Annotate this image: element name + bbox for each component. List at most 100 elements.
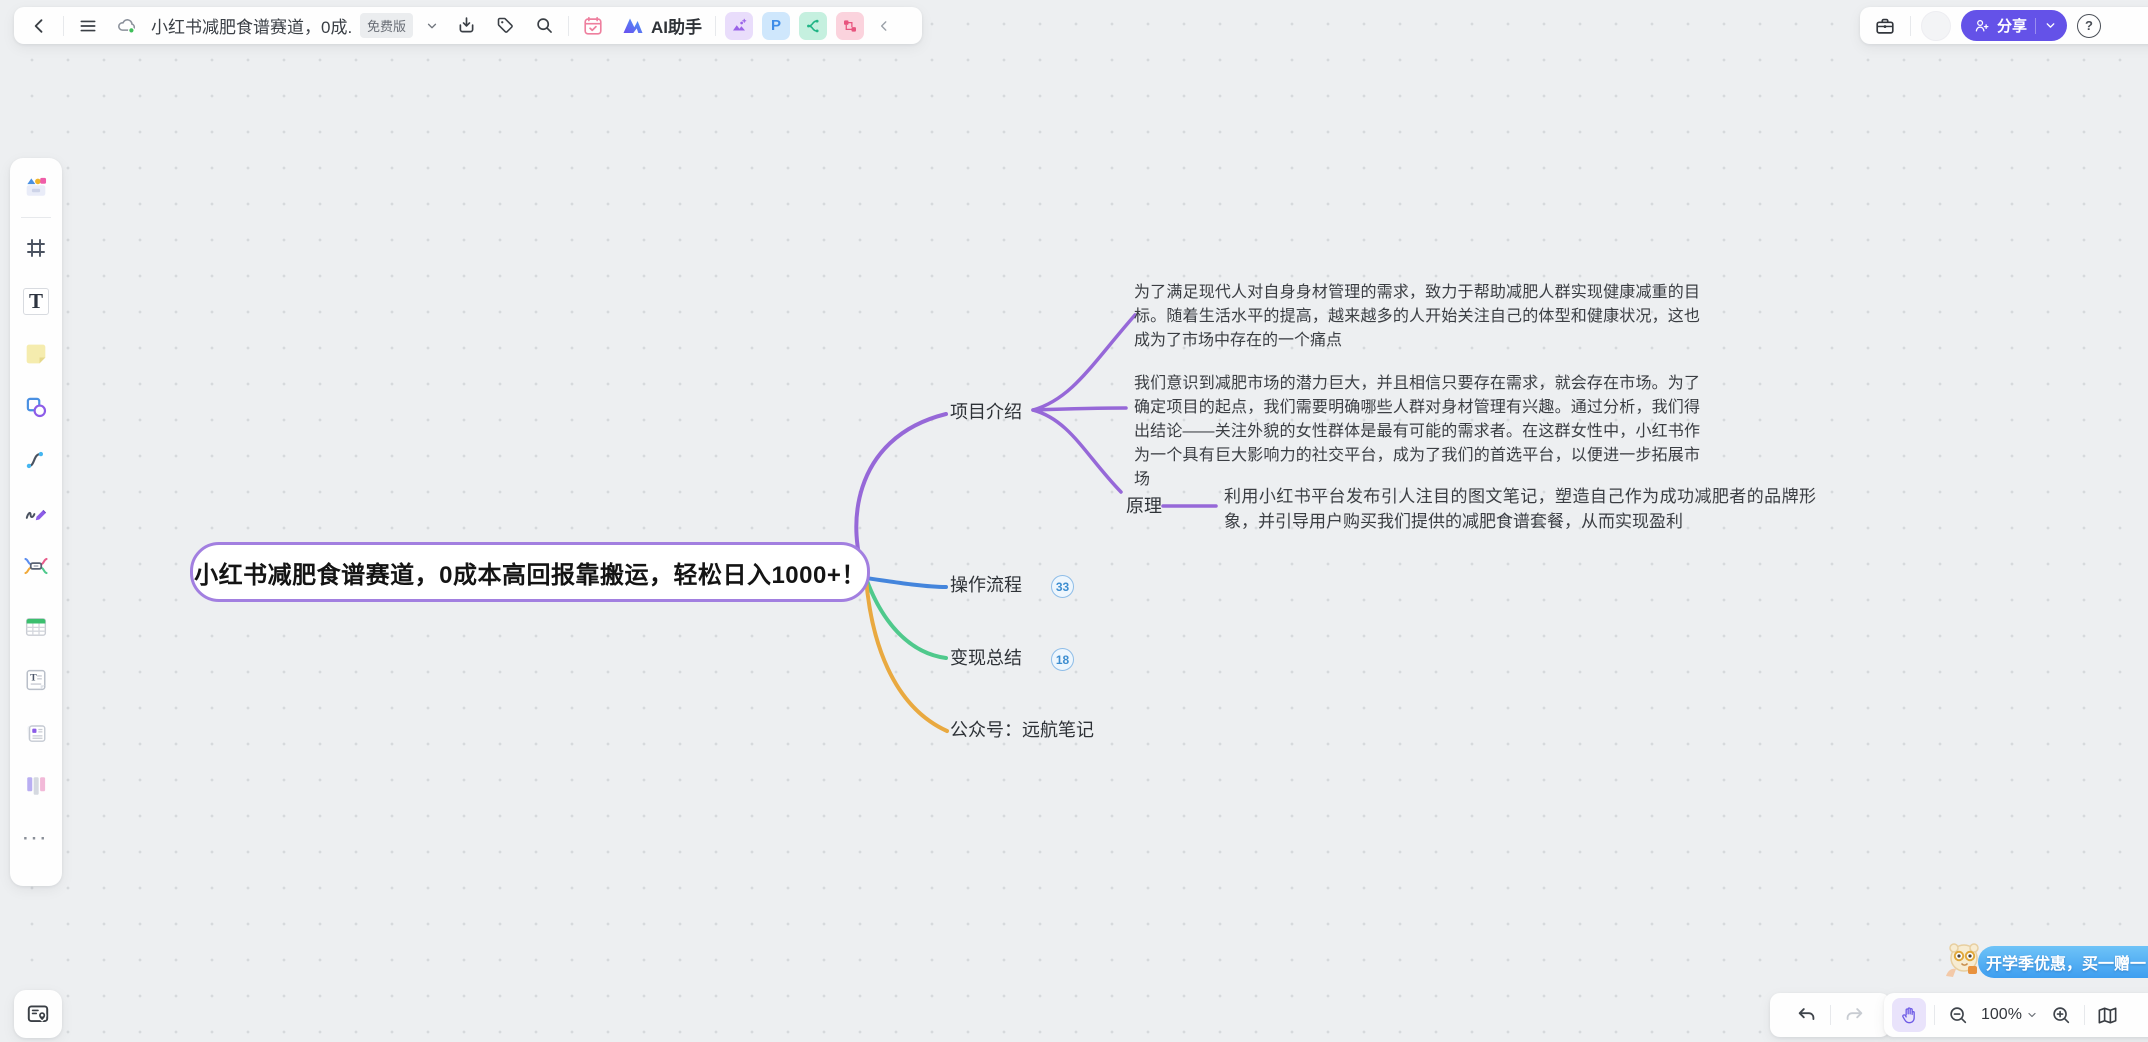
templates-tool[interactable] xyxy=(19,170,53,204)
branch-curve-intro-paragraph-2 xyxy=(1033,408,1126,410)
toolbox-button[interactable] xyxy=(1870,11,1900,41)
branch-curve-principle xyxy=(1033,410,1121,492)
plan-badge[interactable]: 免费版 xyxy=(360,13,413,38)
back-chevron-icon xyxy=(29,16,49,36)
user-avatar[interactable] xyxy=(1921,11,1951,41)
share-chevron-down-icon xyxy=(2044,19,2057,32)
promo-text: 开学季优惠，买一赠一 xyxy=(1986,950,2146,974)
image-icon xyxy=(730,17,748,35)
promo-mascot-icon xyxy=(1940,936,1988,982)
share-button[interactable]: 分享 xyxy=(1961,10,2067,41)
text-tool[interactable]: T xyxy=(19,284,53,318)
mindmap-node-monetization[interactable]: 变现总结 xyxy=(950,647,1022,669)
mindmap-text-intro-paragraph-1[interactable]: 为了满足现代人对自身身材管理的需求，致力于帮助减肥人群实现健康减重的目标。随着生… xyxy=(1134,281,1700,353)
promo-banner[interactable]: 开学季优惠，买一赠一 xyxy=(1978,946,2148,978)
zoom-in-icon xyxy=(2050,1004,2072,1026)
ai-logo-icon xyxy=(621,14,645,38)
more-tools-button[interactable]: ··· xyxy=(19,822,53,856)
chevron-down-icon xyxy=(425,19,439,33)
hand-icon xyxy=(1899,1005,1919,1025)
search-icon xyxy=(534,15,555,36)
toolbar-divider xyxy=(715,16,716,36)
table-tool[interactable] xyxy=(19,610,53,644)
mindmap-node-operation-flow[interactable]: 操作流程 xyxy=(950,574,1022,596)
calendar-icon xyxy=(582,15,604,37)
card-icon xyxy=(22,719,50,747)
zoom-level-value: 100% xyxy=(1981,1006,2022,1024)
board-pin-icon xyxy=(25,1001,51,1027)
flowchart-plugin-button[interactable] xyxy=(836,12,864,40)
share-person-icon xyxy=(1973,17,1991,35)
minimap-icon xyxy=(2096,1004,2119,1027)
cloud-saved-icon xyxy=(116,15,138,37)
mindmap-text-principle[interactable]: 利用小红书平台发布引人注目的图文笔记，塑造自己作为成功减肥者的品牌形象，并引导用… xyxy=(1224,484,1816,534)
document-title[interactable]: 小红书减肥食谱赛道，0成... xyxy=(151,13,351,38)
templates-icon xyxy=(22,173,50,201)
main-menu-button[interactable] xyxy=(73,11,103,41)
mindmap-root-node[interactable]: 小红书减肥食谱赛道，0成本高回报靠搬运，轻松日入1000+！ xyxy=(190,542,870,602)
tools-sidebar: T xyxy=(10,158,62,886)
zoom-in-button[interactable] xyxy=(2046,1000,2076,1030)
chevron-left-icon xyxy=(877,19,891,33)
mindmap-plugin-button[interactable] xyxy=(799,12,827,40)
whiteboard-canvas[interactable]: 小红书减肥食谱赛道，0成本高回报靠搬运，轻松日入1000+！ 项目介绍 操作流程… xyxy=(0,0,2148,1042)
toolbar-divider xyxy=(1934,1005,1935,1025)
mindmap-node-principle[interactable]: 原理 xyxy=(1126,495,1162,517)
top-right-toolbar: 分享 ? xyxy=(1860,7,2148,44)
collapse-toolbar-button[interactable] xyxy=(873,11,895,41)
undo-icon xyxy=(1796,1004,1818,1026)
briefcase-icon xyxy=(1874,15,1896,37)
branch-curve-intro-paragraph-1 xyxy=(1033,315,1135,410)
minimap-button[interactable] xyxy=(2093,1000,2123,1030)
toolbar-divider xyxy=(1910,16,1911,36)
connector-tool[interactable] xyxy=(19,443,53,477)
mindmap-node-public-account[interactable]: 公众号：远航笔记 xyxy=(950,719,1094,741)
search-button[interactable] xyxy=(529,11,559,41)
mindmap-tool[interactable] xyxy=(19,549,53,583)
kanban-icon xyxy=(22,772,50,800)
presentation-plugin-button[interactable]: P xyxy=(762,12,790,40)
mindmap-text-intro-paragraph-2[interactable]: 我们意识到减肥市场的潜力巨大，并且相信只要存在需求，就会存在市场。为了确定项目的… xyxy=(1134,372,1700,492)
hand-tool-button[interactable] xyxy=(1892,998,1926,1032)
sticky-note-tool[interactable] xyxy=(19,337,53,371)
document-icon: T xyxy=(22,666,50,694)
tag-button[interactable] xyxy=(490,11,520,41)
mindmap-node-project-intro[interactable]: 项目介绍 xyxy=(950,401,1022,423)
svg-text:T: T xyxy=(30,673,37,684)
sidebar-divider xyxy=(21,217,51,218)
shapes-tool[interactable] xyxy=(19,390,53,424)
back-button[interactable] xyxy=(24,11,54,41)
redo-button[interactable] xyxy=(1839,1000,1869,1030)
document-tool[interactable]: T xyxy=(19,663,53,697)
zoom-level-dropdown[interactable]: 100% xyxy=(1981,1006,2038,1024)
toolbar-divider xyxy=(1830,1005,1831,1025)
branch-curve-monetization xyxy=(866,578,946,658)
ai-assistant-button[interactable]: AI助手 xyxy=(617,11,706,41)
image-plugin-button[interactable] xyxy=(725,12,753,40)
presentation-plugin-icon: P xyxy=(771,17,781,34)
title-menu-button[interactable] xyxy=(422,11,442,41)
branch-curve-operation-flow xyxy=(866,578,946,587)
collapsed-count-badge-monetization[interactable]: 18 xyxy=(1051,648,1074,671)
collapsed-count-badge-operation-flow[interactable]: 33 xyxy=(1051,575,1074,598)
branch-curve-project-intro xyxy=(856,414,946,578)
undo-button[interactable] xyxy=(1792,1000,1822,1030)
calendar-button[interactable] xyxy=(578,11,608,41)
export-button[interactable] xyxy=(451,11,481,41)
download-icon xyxy=(456,15,477,36)
more-dots-icon: ··· xyxy=(23,829,49,849)
shapes-icon xyxy=(23,394,49,420)
cloud-sync-status xyxy=(112,11,142,41)
help-button[interactable]: ? xyxy=(2077,14,2101,38)
card-tool[interactable] xyxy=(19,716,53,750)
kanban-tool[interactable] xyxy=(19,769,53,803)
zoom-out-button[interactable] xyxy=(1943,1000,1973,1030)
zoom-chevron-down-icon xyxy=(2026,1009,2038,1021)
branch-curve-public-account xyxy=(866,578,947,731)
frame-tool[interactable] xyxy=(19,231,53,265)
text-tool-icon: T xyxy=(23,288,49,315)
toolbar-divider xyxy=(2084,1005,2085,1025)
frame-navigator-button[interactable] xyxy=(14,990,62,1038)
zoom-out-icon xyxy=(1947,1004,1969,1026)
pen-tool[interactable] xyxy=(19,496,53,530)
